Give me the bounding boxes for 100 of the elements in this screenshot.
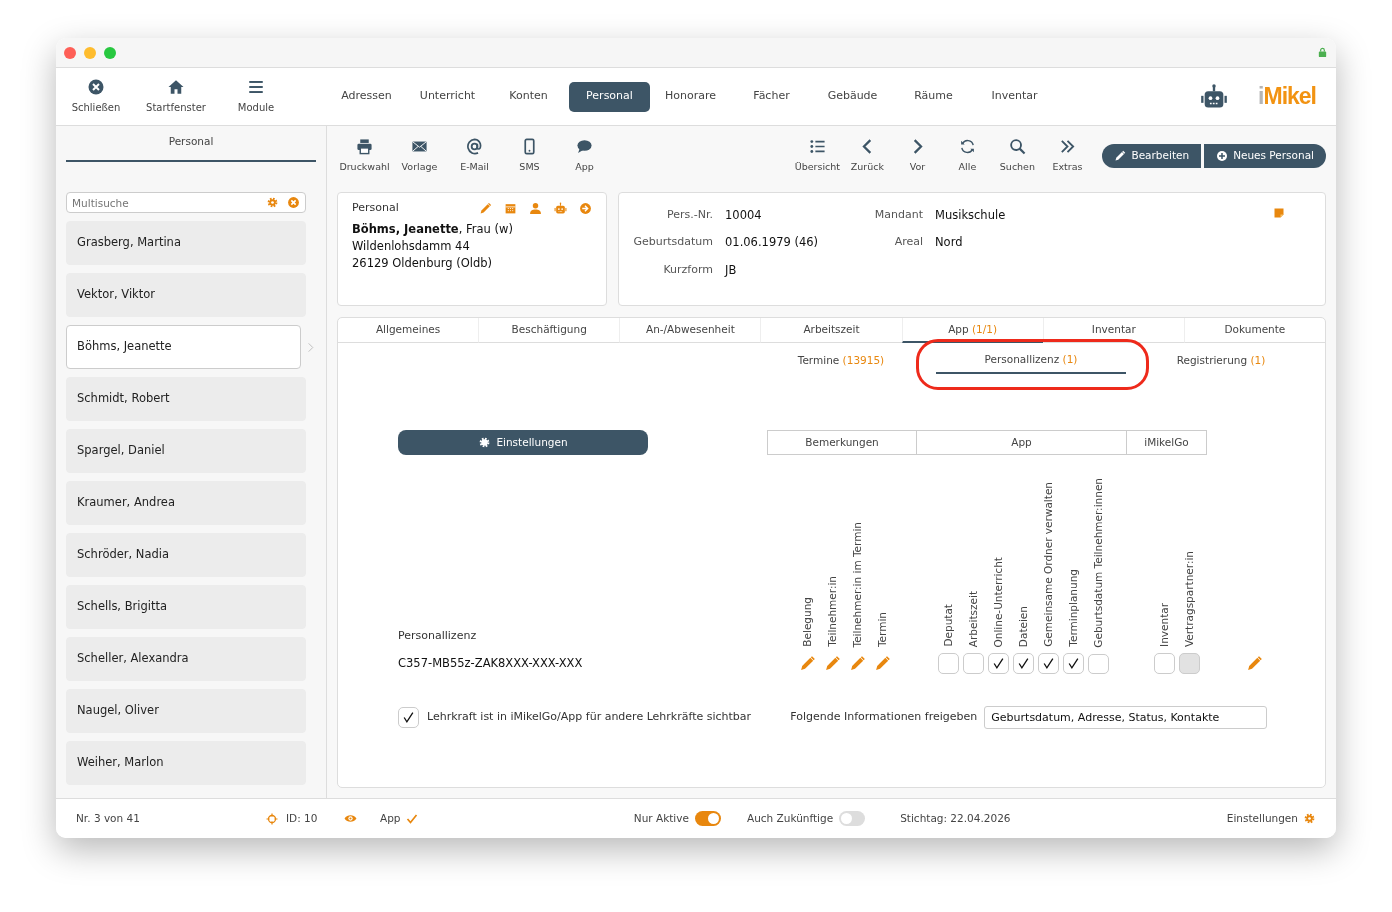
record-id: ID: 10 xyxy=(286,810,319,826)
module-tab[interactable]: Personal xyxy=(569,81,650,112)
module-tab[interactable]: Adressen xyxy=(326,81,407,112)
sub-tab[interactable]: Registrierung (1) xyxy=(1126,347,1316,374)
checkbox[interactable] xyxy=(1063,653,1084,674)
pencil-icon[interactable] xyxy=(849,655,866,672)
person-list-item[interactable]: Schells, Brigitta xyxy=(66,585,306,629)
search-field[interactable]: Multisuche xyxy=(66,192,306,213)
person-icon xyxy=(529,201,542,215)
settings-button[interactable]: Einstellungen xyxy=(398,430,648,455)
column-label: Arbeitszeit xyxy=(968,590,979,647)
list-icon xyxy=(808,137,826,155)
toolbar-button[interactable]: Übersicht xyxy=(792,137,843,175)
close-button[interactable]: Schließen xyxy=(56,78,136,115)
tab[interactable]: Beschäftigung xyxy=(478,318,620,343)
section-tab[interactable]: Bemerkungen xyxy=(767,430,917,455)
person-list-item[interactable]: Weiher, Marlon xyxy=(66,741,306,785)
module-tab[interactable]: Unterricht xyxy=(407,81,488,112)
check-icon xyxy=(402,711,415,724)
module-tab[interactable]: Honorare xyxy=(650,81,731,112)
menu-button[interactable]: Module xyxy=(216,78,296,115)
toolbar-button[interactable]: App xyxy=(557,137,612,175)
checkbox[interactable] xyxy=(1038,653,1059,674)
module-tab[interactable]: Inventar xyxy=(974,81,1055,112)
toolbar-button[interactable]: Extras xyxy=(1042,137,1093,175)
toolbar-button[interactable]: SMS xyxy=(502,137,557,175)
toolbar-button[interactable]: E-Mail xyxy=(447,137,502,175)
section-tab[interactable]: iMikelGo xyxy=(1127,430,1207,455)
check-icon xyxy=(1042,657,1055,670)
note-icon xyxy=(1273,207,1285,219)
settings-link[interactable]: Einstellungen xyxy=(1226,810,1316,827)
settings-icon xyxy=(266,196,279,209)
person-list-item[interactable]: Vektor, Viktor xyxy=(66,273,306,317)
checkbox[interactable] xyxy=(938,653,959,674)
field-value: Nord xyxy=(935,234,964,252)
window-control-icon[interactable] xyxy=(64,46,76,59)
field-value: 01.06.1979 (46) xyxy=(725,234,820,252)
module-tab[interactable]: Gebäude xyxy=(812,81,893,112)
checkbox[interactable] xyxy=(1013,653,1034,674)
share-field[interactable]: Geburtsdatum, Adresse, Status, Kontakte xyxy=(984,706,1267,729)
toolbar-button[interactable]: Zurück xyxy=(842,137,893,175)
double-chevron-icon xyxy=(1058,137,1076,155)
pencil-icon[interactable] xyxy=(799,655,816,672)
toolbar-button[interactable]: Alle xyxy=(942,137,993,175)
sub-tab[interactable]: Personallizenz (1) xyxy=(936,347,1126,374)
settings-icon xyxy=(1303,812,1316,825)
checkbox-label: Lehrkraft ist in iMikelGo/App für andere Lehrkräfte sichtbar xyxy=(427,709,752,726)
tab[interactable]: An-/Abwesenheit xyxy=(619,318,761,343)
reference-date: Stichtag: 22.04.2026 xyxy=(900,810,1011,826)
crosshair-icon xyxy=(266,812,278,825)
module-tab[interactable]: Konten xyxy=(488,81,569,112)
logo: iMikel xyxy=(1258,82,1316,112)
field-label: Folgende Informationen freigeben xyxy=(790,709,978,726)
person-list-item[interactable]: Kraumer, Andrea xyxy=(66,481,306,525)
search-icon xyxy=(1008,137,1026,155)
person-list-item[interactable]: Scheller, Alexandra xyxy=(66,637,306,681)
person-list-item[interactable]: Grasberg, Martina xyxy=(66,221,306,265)
card-title: Personal xyxy=(352,200,399,216)
toggle-switch[interactable] xyxy=(839,811,866,826)
tab[interactable]: Arbeitszeit xyxy=(760,318,902,343)
section-tab[interactable]: App xyxy=(917,430,1127,455)
person-list-item[interactable]: Schmidt, Robert xyxy=(66,377,306,421)
tab[interactable]: App (1/1) xyxy=(901,318,1043,343)
checkbox[interactable] xyxy=(1154,653,1175,674)
checkbox[interactable] xyxy=(398,707,419,728)
sub-tab[interactable]: Termine (13915) xyxy=(746,347,936,374)
toolbar-button[interactable]: Druckwahl xyxy=(337,137,392,175)
window-control-icon[interactable] xyxy=(104,46,116,59)
column-label: Belegung xyxy=(802,597,813,647)
toggle-switch[interactable] xyxy=(694,811,721,826)
field-label: Personallizenz xyxy=(398,628,478,645)
person-list-item[interactable]: Böhms, Jeanette xyxy=(66,325,301,369)
module-tab[interactable]: Räume xyxy=(893,81,974,112)
checkbox[interactable] xyxy=(963,653,984,674)
tab[interactable]: Inventar xyxy=(1042,318,1184,343)
pencil-icon[interactable] xyxy=(874,655,891,672)
column-label: Termin xyxy=(877,611,888,647)
checkbox[interactable] xyxy=(988,653,1009,674)
toolbar-button[interactable]: Vorlage xyxy=(392,137,447,175)
field-label: Areal xyxy=(893,234,923,251)
person-list-item[interactable]: Schröder, Nadia xyxy=(66,533,306,577)
tab[interactable]: Allgemeines xyxy=(338,318,479,343)
new-button[interactable]: Neues Personal xyxy=(1204,144,1326,168)
speech-bubble-icon xyxy=(576,137,593,155)
toolbar-button[interactable]: Vor xyxy=(892,137,943,175)
column-label: Dateien xyxy=(1018,605,1029,647)
module-tab[interactable]: Fächer xyxy=(731,81,812,112)
tab[interactable]: Dokumente xyxy=(1183,318,1325,343)
toolbar-button[interactable]: Suchen xyxy=(992,137,1043,175)
window-control-icon[interactable] xyxy=(84,46,96,59)
pencil-icon[interactable] xyxy=(1246,655,1263,672)
person-list-item[interactable]: Spargel, Daniel xyxy=(66,429,306,473)
home-button[interactable]: Startfenster xyxy=(136,78,216,115)
record-counter: Nr. 3 von 41 xyxy=(76,810,141,826)
pencil-icon[interactable] xyxy=(824,655,841,672)
refresh-icon xyxy=(958,137,976,155)
sidebar-tab[interactable]: Personal xyxy=(66,134,316,162)
edit-button[interactable]: Bearbeiten xyxy=(1102,144,1202,168)
person-list-item[interactable]: Naugel, Oliver xyxy=(66,689,306,733)
checkbox[interactable] xyxy=(1088,653,1109,674)
